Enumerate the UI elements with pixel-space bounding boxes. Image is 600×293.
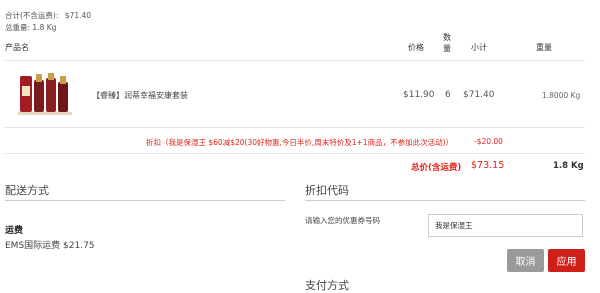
discount-value: -$20.00 <box>474 137 503 146</box>
col-header-product: 产品名 <box>5 43 29 52</box>
payment-title: 支付方式 <box>305 279 349 292</box>
col-header-price: 价格 <box>408 43 424 52</box>
total-weight: 1.8 Kg <box>553 161 584 171</box>
apply-button[interactable]: 应用 <box>548 249 585 272</box>
cancel-button[interactable]: 取消 <box>507 249 544 272</box>
col-header-qty: 数 量 <box>443 33 451 53</box>
product-weight: 1.8000 Kg <box>542 91 581 100</box>
coupon-prompt: 请输入您的优惠券号码 <box>305 216 380 225</box>
total-label: 总价(含运费) <box>411 163 462 173</box>
product-name[interactable]: 【睿臻】润蒂幸福安康套装 <box>92 90 188 101</box>
row-divider <box>5 127 585 128</box>
coupon-divider <box>305 200 585 201</box>
subtotal-value: $71.40 <box>64 11 92 20</box>
total-value: $73.15 <box>471 160 505 171</box>
product-qty: 6 <box>445 90 451 100</box>
product-price: $11.90 <box>403 90 435 100</box>
discount-divider <box>5 153 585 154</box>
product-image[interactable] <box>18 72 76 116</box>
subtotal-summary: 合计(不含运费): $71.40 <box>5 10 91 21</box>
shipping-fee-label: 运费 <box>5 226 24 236</box>
weight-summary: 总重量: 1.8 Kg <box>5 23 57 32</box>
coupon-input[interactable]: 我是保湿王 <box>428 214 583 237</box>
coupon-title: 折扣代码 <box>305 184 349 197</box>
shipping-divider <box>5 200 285 201</box>
col-header-weight: 重量 <box>536 43 552 52</box>
subtotal-label: 合计(不含运费): <box>5 11 59 20</box>
discount-text: 折扣（我是保湿王 $60减$20(30好物惠,今日半价,周末特价及1+1商品，不… <box>146 138 454 147</box>
shipping-title: 配送方式 <box>5 184 49 197</box>
product-subtotal: $71.40 <box>463 90 495 100</box>
shipping-method[interactable]: EMS国际运费 $21.75 <box>5 238 95 251</box>
col-header-subtotal: 小计 <box>471 43 487 52</box>
header-divider <box>5 60 585 61</box>
